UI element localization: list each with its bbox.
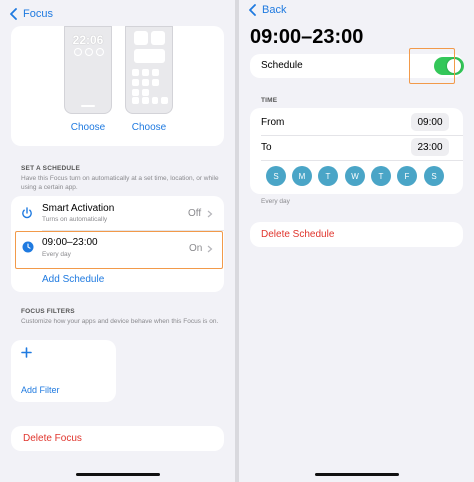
plus-icon xyxy=(21,347,32,358)
lock-screen-time: 22:06 xyxy=(72,33,104,47)
delete-schedule-label: Delete Schedule xyxy=(261,229,335,240)
choose-lock-screen-button[interactable]: Choose xyxy=(64,122,112,133)
day-friday[interactable]: F xyxy=(397,166,417,186)
from-time-picker[interactable]: 09:00 xyxy=(411,113,449,131)
lock-screen-preview[interactable]: 22:06 xyxy=(64,26,112,114)
day-saturday[interactable]: S xyxy=(424,166,444,186)
schedule-row-highlight xyxy=(15,231,223,269)
lock-widgets xyxy=(74,48,104,56)
delete-schedule-button[interactable]: Delete Schedule xyxy=(250,222,463,247)
home-indicator xyxy=(76,473,160,476)
every-day-note: Every day xyxy=(261,198,290,205)
back-button[interactable]: Focus xyxy=(8,8,53,20)
power-icon xyxy=(22,207,32,219)
time-section-header: TIME xyxy=(261,97,278,104)
from-label: From xyxy=(261,117,285,128)
smart-activation-subtitle: Turns on automatically xyxy=(42,216,108,223)
smart-activation-row[interactable]: Smart Activation Turns on automatically … xyxy=(11,196,224,230)
back-label: Focus xyxy=(23,8,53,20)
to-time-picker[interactable]: 23:00 xyxy=(411,138,449,156)
toggle-highlight xyxy=(409,48,455,84)
delete-focus-label: Delete Focus xyxy=(23,433,82,444)
schedule-label: Schedule xyxy=(261,60,303,71)
page-title: 09:00–23:00 xyxy=(250,26,364,48)
schedule-section-header: SET A SCHEDULE xyxy=(21,165,81,172)
home-screen-preview[interactable] xyxy=(125,26,173,114)
add-schedule-button[interactable]: Add Schedule xyxy=(42,274,104,285)
focus-settings-screen: Focus 22:06 Choose Choose SET A SCHEDULE… xyxy=(0,0,235,482)
focus-screens-card: 22:06 Choose Choose xyxy=(11,26,224,146)
filters-section-note: Customize how your apps and device behav… xyxy=(21,318,219,325)
delete-focus-button[interactable]: Delete Focus xyxy=(11,426,224,451)
day-thursday[interactable]: T xyxy=(371,166,391,186)
smart-activation-value: Off xyxy=(188,208,202,219)
chevron-left-icon xyxy=(249,4,256,16)
to-label: To xyxy=(261,142,272,153)
home-indicator xyxy=(315,473,399,476)
chevron-right-icon xyxy=(207,210,213,218)
time-card: From 09:00 To 23:00 S M T W T F S xyxy=(250,108,463,194)
chevron-left-icon xyxy=(10,8,17,20)
smart-activation-title: Smart Activation xyxy=(42,203,115,214)
day-tuesday[interactable]: T xyxy=(318,166,338,186)
filters-section-header: FOCUS FILTERS xyxy=(21,308,75,315)
schedule-detail-screen: Back 09:00–23:00 Schedule TIME From 09:0… xyxy=(239,0,474,482)
back-label: Back xyxy=(262,4,287,16)
day-monday[interactable]: M xyxy=(292,166,312,186)
add-filter-card[interactable]: Add Filter xyxy=(11,340,116,402)
choose-home-screen-button[interactable]: Choose xyxy=(125,122,173,133)
day-wednesday[interactable]: W xyxy=(345,166,365,186)
back-button[interactable]: Back xyxy=(247,4,286,16)
schedule-section-note: Have this Focus turn on automatically at… xyxy=(21,175,219,191)
day-sunday[interactable]: S xyxy=(266,166,286,186)
add-filter-label: Add Filter xyxy=(21,385,60,395)
